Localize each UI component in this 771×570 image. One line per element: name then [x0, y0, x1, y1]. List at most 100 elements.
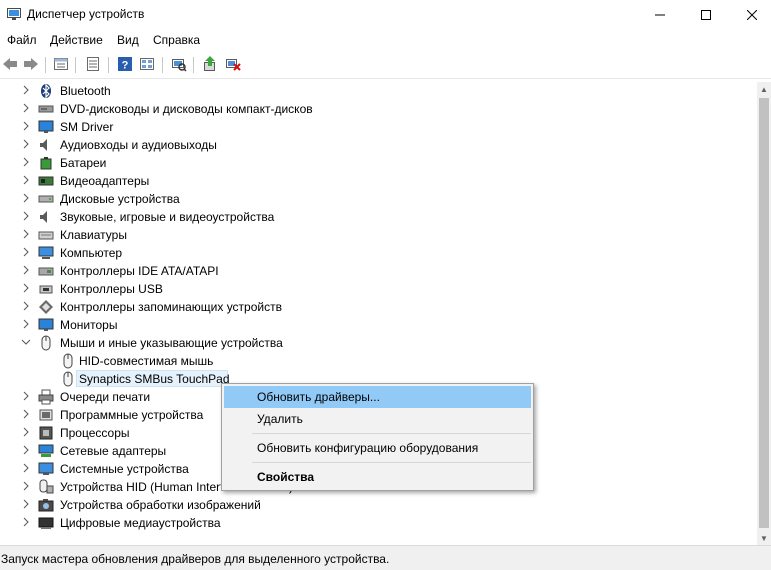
- tree-item-label: Программные устройства: [60, 408, 204, 422]
- tree-item-label: Synaptics SMBus TouchPad: [79, 372, 230, 386]
- chevron-right-icon[interactable]: [21, 174, 31, 186]
- tree-item-batteries[interactable]: Батареи: [0, 154, 757, 172]
- scroll-up-arrow-icon[interactable]: ▲: [757, 82, 771, 96]
- menu-separator: [252, 433, 531, 434]
- status-text: Запуск мастера обновления драйверов для …: [1, 552, 390, 566]
- help-button[interactable]: ?: [116, 55, 134, 73]
- tree-item-label: Контроллеры запоминающих устройств: [60, 300, 282, 314]
- tree-item-dvd[interactable]: DVD-дисководы и дисководы компакт-дисков: [0, 100, 757, 118]
- chevron-right-icon[interactable]: [21, 120, 31, 132]
- network-adapter-icon: [38, 444, 54, 457]
- chevron-right-icon[interactable]: [21, 138, 31, 150]
- menu-item-label: Обновить драйверы...: [257, 390, 380, 404]
- menu-bar: Файл Действие Вид Справка: [0, 30, 771, 50]
- usb-icon: [39, 285, 53, 294]
- tree-item-audio-io[interactable]: Аудиовходы и аудиовыходы: [0, 136, 757, 154]
- battery-icon: [40, 157, 52, 170]
- tree-item-label: Дисковые устройства: [60, 192, 180, 206]
- uninstall-menu-item[interactable]: Удалить: [224, 408, 531, 430]
- resources-view-button[interactable]: [138, 55, 156, 73]
- close-icon: [747, 10, 757, 20]
- tree-item-label: HID-совместимая мышь: [79, 354, 214, 368]
- chevron-right-icon[interactable]: [21, 282, 31, 294]
- maximize-button[interactable]: [683, 0, 729, 30]
- chevron-right-icon[interactable]: [21, 102, 31, 114]
- chevron-right-icon[interactable]: [21, 228, 31, 240]
- tree-item-label: Bluetooth: [60, 84, 111, 98]
- vertical-scrollbar[interactable]: ▲ ▼: [757, 82, 771, 545]
- tree-item-usb-controllers[interactable]: Контроллеры USB: [0, 280, 757, 298]
- scan-hardware-menu-item[interactable]: Обновить конфигурацию оборудования: [224, 437, 531, 459]
- tree-item-sm-driver[interactable]: SM Driver: [0, 118, 757, 136]
- scroll-down-arrow-icon[interactable]: ▼: [757, 531, 771, 545]
- tree-item-disk-drives[interactable]: Дисковые устройства: [0, 190, 757, 208]
- chevron-right-icon[interactable]: [21, 156, 31, 168]
- menu-action[interactable]: Действие: [50, 33, 103, 47]
- tree-item-keyboards[interactable]: Клавиатуры: [0, 226, 757, 244]
- chevron-down-icon[interactable]: [21, 336, 31, 348]
- chevron-right-icon[interactable]: [21, 84, 31, 96]
- chevron-right-icon[interactable]: [21, 192, 31, 204]
- tree-item-display-adapters[interactable]: Видеоадаптеры: [0, 172, 757, 190]
- mouse-icon: [63, 353, 73, 369]
- chevron-right-icon[interactable]: [21, 480, 31, 492]
- scrollbar-thumb[interactable]: [759, 98, 769, 528]
- scan-hardware-button[interactable]: [170, 55, 188, 73]
- tree-item-label: Мониторы: [60, 318, 118, 332]
- back-button[interactable]: [1, 55, 19, 73]
- update-drivers-menu-item[interactable]: Обновить драйверы...: [224, 386, 531, 408]
- tree-item-monitors[interactable]: Мониторы: [0, 316, 757, 334]
- computer-icon: [38, 246, 54, 259]
- update-driver-icon: [204, 56, 215, 71]
- chevron-right-icon[interactable]: [21, 300, 31, 312]
- chevron-right-icon[interactable]: [21, 516, 31, 528]
- properties-menu-item[interactable]: Свойства: [224, 466, 531, 488]
- chevron-right-icon[interactable]: [21, 210, 31, 222]
- status-bar: Запуск мастера обновления драйверов для …: [0, 545, 771, 570]
- chevron-right-icon[interactable]: [21, 390, 31, 402]
- menu-help[interactable]: Справка: [153, 33, 200, 47]
- chevron-right-icon[interactable]: [21, 408, 31, 420]
- mouse-icon: [41, 335, 51, 351]
- tree-item-storage-controllers[interactable]: Контроллеры запоминающих устройств: [0, 298, 757, 316]
- chevron-right-icon[interactable]: [21, 462, 31, 474]
- bluetooth-icon: [41, 83, 51, 99]
- disk-drive-icon: [38, 195, 54, 203]
- menu-item-label: Обновить конфигурацию оборудования: [257, 441, 479, 455]
- tree-item-digital-media[interactable]: Цифровые медиаустройства: [0, 514, 757, 532]
- menu-separator: [252, 462, 531, 463]
- close-button[interactable]: [729, 0, 771, 30]
- chevron-right-icon[interactable]: [21, 246, 31, 258]
- list-view-button[interactable]: [84, 55, 102, 73]
- tree-item-ide-controllers[interactable]: Контроллеры IDE ATA/ATAPI: [0, 262, 757, 280]
- tree-item-computer[interactable]: Компьютер: [0, 244, 757, 262]
- monitor-icon: [38, 318, 54, 331]
- update-driver-button[interactable]: [201, 55, 219, 73]
- properties-view-button[interactable]: [52, 55, 70, 73]
- chevron-right-icon[interactable]: [21, 318, 31, 330]
- camera-icon: [38, 499, 54, 512]
- chevron-right-icon[interactable]: [21, 444, 31, 456]
- tree-item-mice[interactable]: Мыши и иные указывающие устройства: [0, 334, 757, 352]
- uninstall-device-button[interactable]: [224, 55, 242, 73]
- chevron-right-icon[interactable]: [21, 264, 31, 276]
- minimize-button[interactable]: [637, 0, 683, 30]
- tree-item-label: Цифровые медиаустройства: [60, 516, 221, 530]
- media-device-icon: [38, 517, 54, 529]
- context-menu: Обновить драйверы... Удалить Обновить ко…: [221, 383, 534, 491]
- tree-item-label: Процессоры: [60, 426, 130, 440]
- menu-view[interactable]: Вид: [117, 33, 139, 47]
- chevron-right-icon[interactable]: [21, 498, 31, 510]
- tree-item-sound-devices[interactable]: Звуковые, игровые и видеоустройства: [0, 208, 757, 226]
- forward-button[interactable]: [22, 55, 40, 73]
- chevron-right-icon[interactable]: [21, 426, 31, 438]
- tree-item-bluetooth[interactable]: Bluetooth: [0, 82, 757, 100]
- list-view-icon: [87, 57, 99, 71]
- tree-item-label: Аудиовходы и аудиовыходы: [60, 138, 217, 152]
- device-manager-icon: [7, 8, 21, 20]
- tree-item-hid-mouse[interactable]: HID-совместимая мышь: [0, 352, 757, 370]
- tree-item-label: Системные устройства: [60, 462, 189, 476]
- tree-item-imaging-devices[interactable]: Устройства обработки изображений: [0, 496, 757, 514]
- dvd-drive-icon: [38, 105, 54, 113]
- menu-file[interactable]: Файл: [7, 33, 37, 47]
